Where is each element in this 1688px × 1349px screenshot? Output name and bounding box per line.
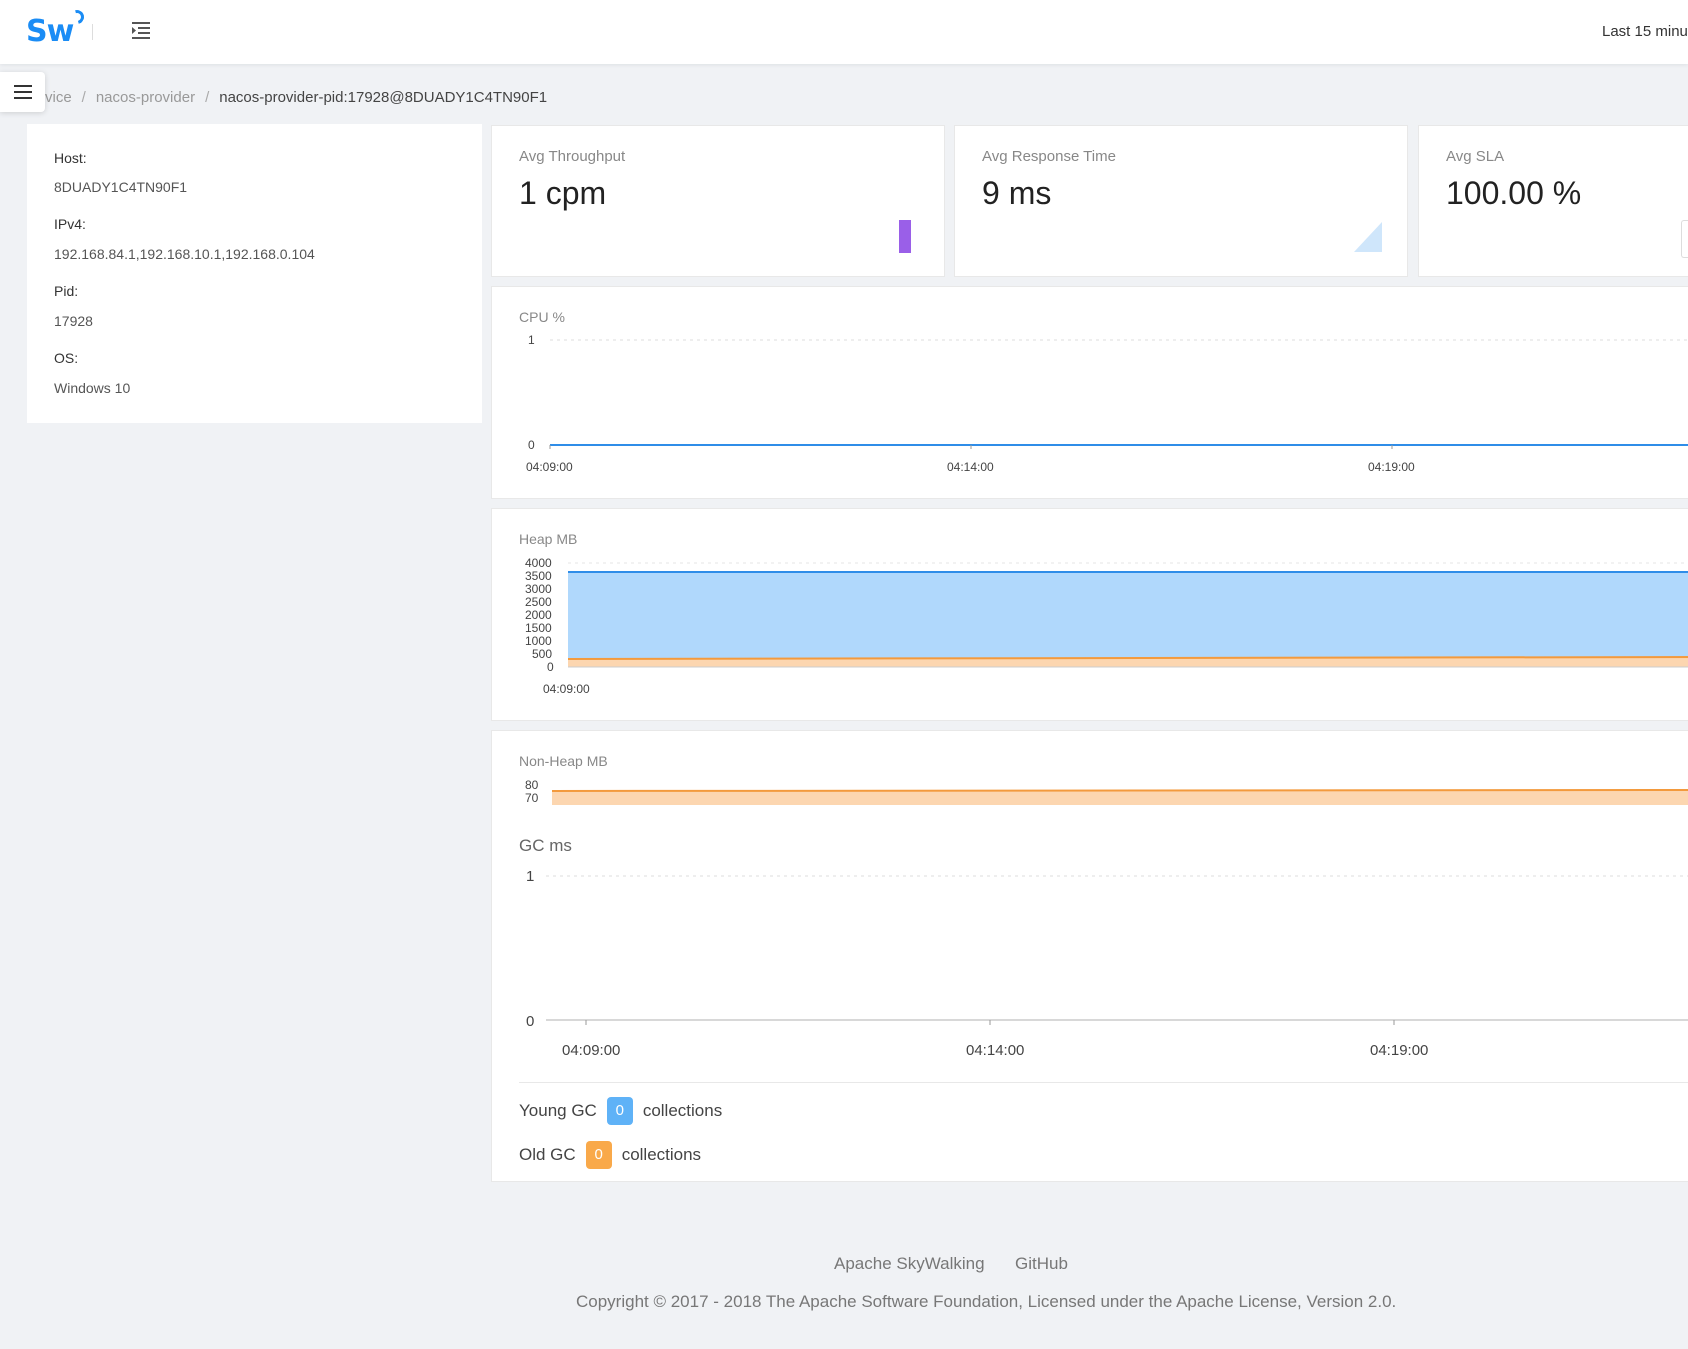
avg-response-time-card: Avg Response Time 9 ms (954, 125, 1408, 277)
pid-label: Pid: (54, 283, 79, 299)
collapse-menu-icon[interactable] (130, 20, 152, 40)
gc-xtick: 04:14:00 (966, 1042, 1025, 1059)
time-range-selector[interactable]: Last 15 minu (1602, 23, 1688, 40)
logo-divider (92, 24, 93, 40)
avg-sla-card: Avg SLA 100.00 % (1418, 125, 1688, 277)
nonheap-gc-chart-card: Non-Heap MB 80 70 GC ms 1 0 04:09:00 04:… (491, 730, 1688, 1182)
host-label: Host: (54, 150, 87, 166)
top-header: Sw Last 15 minu (0, 0, 1688, 64)
avg-sla-title: Avg SLA (1446, 148, 1505, 165)
cpu-xtick: 04:14:00 (947, 460, 994, 474)
cpu-xtick: 04:19:00 (1368, 460, 1415, 474)
os-value: Windows 10 (54, 380, 131, 396)
breadcrumb-item-service-name[interactable]: nacos-provider (96, 89, 195, 106)
breadcrumb: rvice / nacos-provider / nacos-provider-pid:… (40, 89, 640, 106)
ipv4-value: 192.168.84.1,192.168.10.1,192.168.0.104 (54, 246, 315, 262)
young-gc-label: Young GC (519, 1101, 597, 1120)
old-gc-count-badge: 0 (585, 1141, 612, 1169)
gc-divider (519, 1082, 1688, 1083)
os-label: OS: (54, 350, 79, 366)
response-sparkline (1354, 222, 1382, 252)
footer-copyright: Copyright © 2017 - 2018 The Apache Softw… (576, 1292, 1397, 1311)
footer-link-skywalking[interactable]: Apache SkyWalking (834, 1254, 985, 1274)
instance-info-card: Host: 8DUADY1C4TN90F1 IPv4: 192.168.84.1… (27, 124, 482, 423)
pid-value: 17928 (54, 313, 93, 329)
footer-link-github[interactable]: GitHub (1015, 1254, 1068, 1274)
avg-sla-value: 100.00 % (1446, 175, 1582, 211)
old-gc-label: Old GC (519, 1145, 576, 1164)
avg-response-time-title: Avg Response Time (982, 148, 1116, 165)
avg-throughput-card: Avg Throughput 1 cpm (491, 125, 945, 277)
cpu-chart-plot (549, 339, 1688, 449)
heap-chart-card: Heap MB 4000 3500 3000 2500 2000 1500 10… (491, 508, 1688, 721)
cpu-chart-card: CPU % 1 0 04:09:00 04:14:00 04:19:00 (491, 286, 1688, 499)
hamburger-icon (13, 85, 32, 99)
host-value: 8DUADY1C4TN90F1 (54, 179, 188, 195)
gc-chart-plot (546, 875, 1688, 1025)
breadcrumb-separator: / (205, 89, 210, 106)
throughput-sparkline-bar (899, 220, 911, 253)
heap-xtick: 04:09:00 (543, 682, 590, 696)
breadcrumb-separator: / (81, 89, 86, 106)
cpu-xtick: 04:09:00 (526, 460, 573, 474)
gc-xtick: 04:19:00 (1370, 1042, 1429, 1059)
young-gc-count-badge: 0 (606, 1097, 633, 1125)
old-gc-legend: Old GC 0 collections (519, 1141, 701, 1169)
breadcrumb-item-instance: nacos-provider-pid:17928@8DUADY1C4TN90F1 (219, 89, 548, 106)
heap-chart-plot (567, 562, 1688, 668)
young-gc-unit: collections (642, 1101, 723, 1120)
avg-response-time-value: 9 ms (982, 175, 1052, 211)
skywalking-logo[interactable]: Sw (26, 7, 87, 49)
avg-throughput-title: Avg Throughput (519, 148, 626, 165)
ipv4-label: IPv4: (54, 216, 86, 232)
old-gc-unit: collections (621, 1145, 702, 1164)
gc-xtick: 04:09:00 (562, 1042, 621, 1059)
heap-max-area (568, 572, 1688, 667)
sidebar-toggle-button[interactable] (0, 72, 45, 112)
avg-throughput-value: 1 cpm (519, 175, 607, 211)
young-gc-legend: Young GC 0 collections (519, 1097, 722, 1125)
sla-sparkline (1681, 220, 1688, 258)
logo-text: Sw (26, 14, 74, 49)
